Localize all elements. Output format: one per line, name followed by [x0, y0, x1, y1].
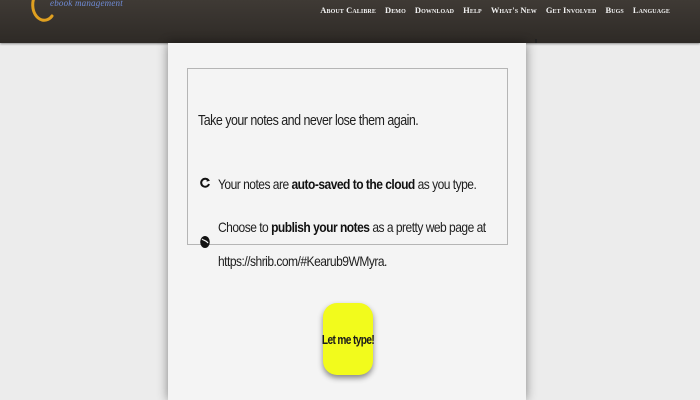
publish-url-text: https://shrib.com/#Kearub9WMyra.: [218, 253, 387, 269]
globe-icon: [199, 235, 211, 249]
nav-demo[interactable]: Demo: [385, 5, 406, 15]
nav-whats-new[interactable]: What's New: [491, 5, 537, 15]
feature-publish-bold: publish your notes: [271, 219, 370, 235]
main-nav: About Calibre Demo Download Help What's …: [320, 5, 670, 15]
feature-publish-after: as a pretty web page at: [369, 219, 486, 235]
feature-publish-text: Choose to publish your notes as a pretty…: [218, 219, 486, 235]
logo-subtitle: ebook management: [50, 0, 123, 8]
let-me-type-label: Let me type!: [321, 331, 375, 347]
nav-divider-mark: [535, 39, 537, 43]
feature-autosave-after: as you type.: [414, 176, 477, 192]
nav-about-calibre[interactable]: About Calibre: [320, 5, 376, 15]
top-navigation-bar: ebook management About Calibre Demo Down…: [0, 0, 700, 43]
sync-icon: [199, 176, 211, 190]
nav-bugs[interactable]: Bugs: [605, 5, 623, 15]
let-me-type-button[interactable]: Let me type!: [321, 303, 375, 375]
feature-autosave-before: Your notes are: [218, 176, 292, 192]
feature-autosave-text: Your notes are auto-saved to the cloud a…: [218, 176, 477, 192]
notes-intro-text: Take your notes and never lose them agai…: [198, 113, 419, 129]
feature-autosave-bold: auto-saved to the cloud: [291, 176, 415, 192]
nav-get-involved[interactable]: Get Involved: [546, 5, 597, 15]
calibre-logo[interactable]: ebook management: [26, 0, 136, 30]
nav-help[interactable]: Help: [463, 5, 482, 15]
nav-download[interactable]: Download: [415, 5, 454, 15]
nav-language[interactable]: Language: [633, 5, 670, 15]
feature-publish-before: Choose to: [218, 219, 272, 235]
